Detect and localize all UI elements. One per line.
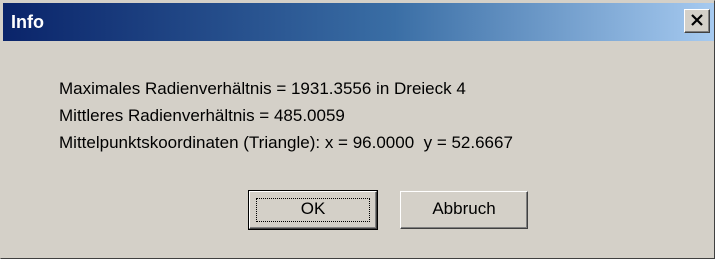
close-icon bbox=[691, 14, 703, 26]
title-bar[interactable]: Info bbox=[3, 3, 714, 41]
ok-button[interactable]: OK bbox=[248, 190, 378, 230]
cancel-button-label: Abbruch bbox=[432, 199, 496, 218]
cancel-button[interactable]: Abbruch bbox=[400, 191, 528, 229]
info-dialog: Info Maximales Radienverhältnis = 1931.3… bbox=[0, 0, 715, 259]
mean-radius-ratio-text: Mittleres Radienverhältnis = 485.0059 bbox=[59, 106, 345, 125]
message-area: Maximales Radienverhältnis = 1931.3556 i… bbox=[59, 75, 513, 156]
center-coordinates-text: Mittelpunktskoordinaten (Triangle): x = … bbox=[59, 133, 513, 152]
max-radius-ratio-text: Maximales Radienverhältnis = 1931.3556 i… bbox=[59, 79, 466, 98]
close-button[interactable] bbox=[684, 9, 710, 33]
window-title: Info bbox=[11, 12, 44, 32]
ok-button-label: OK bbox=[300, 199, 326, 218]
